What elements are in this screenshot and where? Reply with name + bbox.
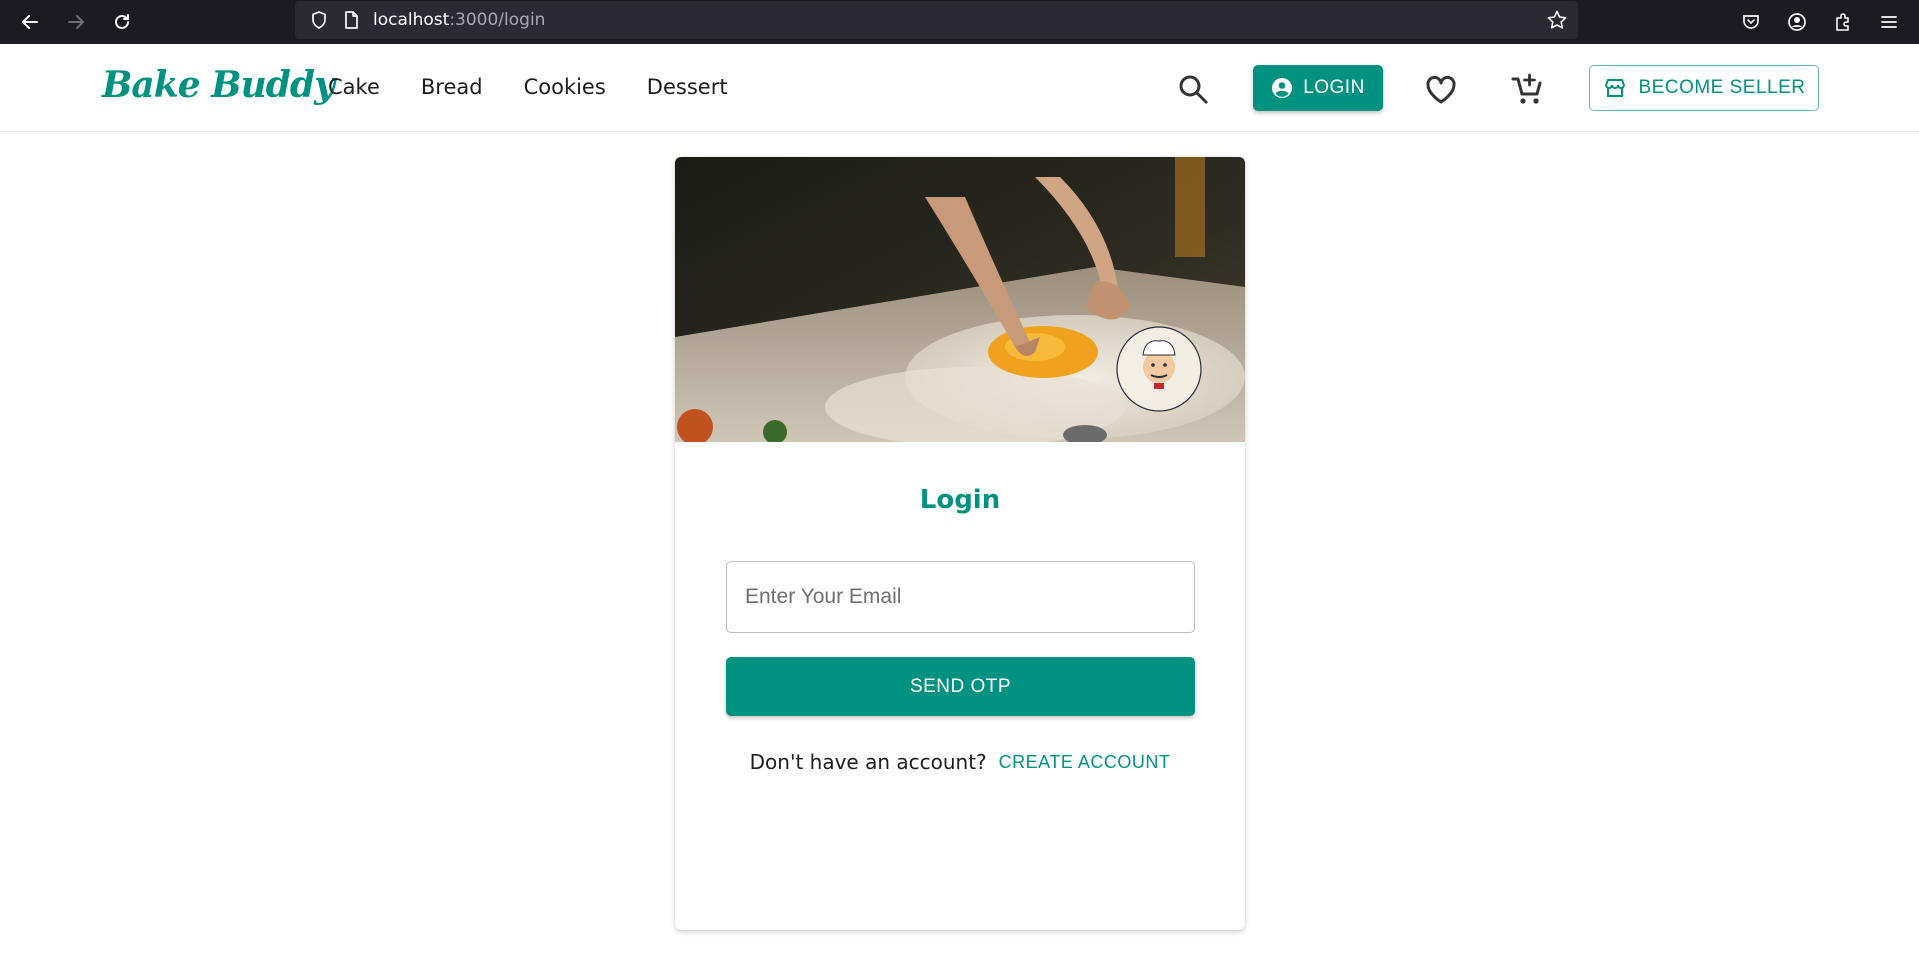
login-button[interactable]: LOGIN <box>1253 65 1383 111</box>
bookmark-star-icon[interactable] <box>1546 9 1568 31</box>
app-menu-button[interactable] <box>1873 6 1905 38</box>
hero-image <box>675 157 1245 442</box>
shield-icon[interactable] <box>309 10 329 30</box>
create-account-row: Don't have an account? CREATE ACCOUNT <box>675 750 1245 774</box>
url-bar[interactable]: localhost:3000/login <box>295 1 1578 39</box>
login-title: Login <box>919 485 1001 515</box>
browser-toolbar: localhost:3000/login <box>0 0 1919 44</box>
login-card: Login SEND OTP Don't have an account? CR… <box>675 157 1245 930</box>
url-text[interactable]: localhost:3000/login <box>373 10 545 30</box>
login-label: LOGIN <box>1303 77 1365 98</box>
account-button[interactable] <box>1781 6 1813 38</box>
site-header: Bake Buddy Cake Bread Cookies Dessert LO… <box>0 44 1919 132</box>
nav-item-cookies[interactable]: Cookies <box>524 75 606 99</box>
nav-item-dessert[interactable]: Dessert <box>647 75 728 99</box>
search-icon[interactable] <box>1176 72 1210 106</box>
become-seller-button[interactable]: BECOME SELLER <box>1589 65 1819 111</box>
puzzle-icon <box>1836 13 1849 31</box>
email-input[interactable] <box>727 562 1194 632</box>
nav-item-cake[interactable]: Cake <box>328 75 380 99</box>
become-seller-label: BECOME SELLER <box>1638 77 1806 98</box>
url-host: localhost <box>373 10 450 30</box>
account-icon <box>1788 13 1806 31</box>
add-to-cart-icon[interactable] <box>1510 72 1546 108</box>
no-account-text: Don't have an account? <box>749 750 987 774</box>
account-circle-icon <box>1272 78 1293 98</box>
pocket-button[interactable] <box>1735 6 1767 38</box>
url-path: :3000/login <box>449 10 546 30</box>
send-otp-button[interactable]: SEND OTP <box>726 657 1195 716</box>
storefront-icon <box>1604 79 1625 97</box>
reload-button[interactable] <box>106 6 138 38</box>
reload-icon <box>115 14 129 29</box>
nav-item-bread[interactable]: Bread <box>421 75 483 99</box>
pocket-icon <box>1743 15 1759 29</box>
back-button[interactable] <box>14 6 46 38</box>
email-field[interactable] <box>726 561 1195 633</box>
arrow-right-icon <box>68 15 84 29</box>
forward-button[interactable] <box>60 6 92 38</box>
hamburger-icon <box>1881 16 1897 28</box>
arrow-left-icon <box>22 15 38 29</box>
site-logo[interactable]: Bake Buddy <box>102 64 335 106</box>
bake-buddy-badge <box>1116 326 1202 412</box>
heart-icon[interactable] <box>1423 72 1459 108</box>
baking-photo <box>675 157 1245 442</box>
main-nav: Cake Bread Cookies Dessert <box>328 75 769 99</box>
create-account-link[interactable]: CREATE ACCOUNT <box>999 752 1171 773</box>
extensions-button[interactable] <box>1827 6 1859 38</box>
page-icon[interactable] <box>341 10 361 30</box>
